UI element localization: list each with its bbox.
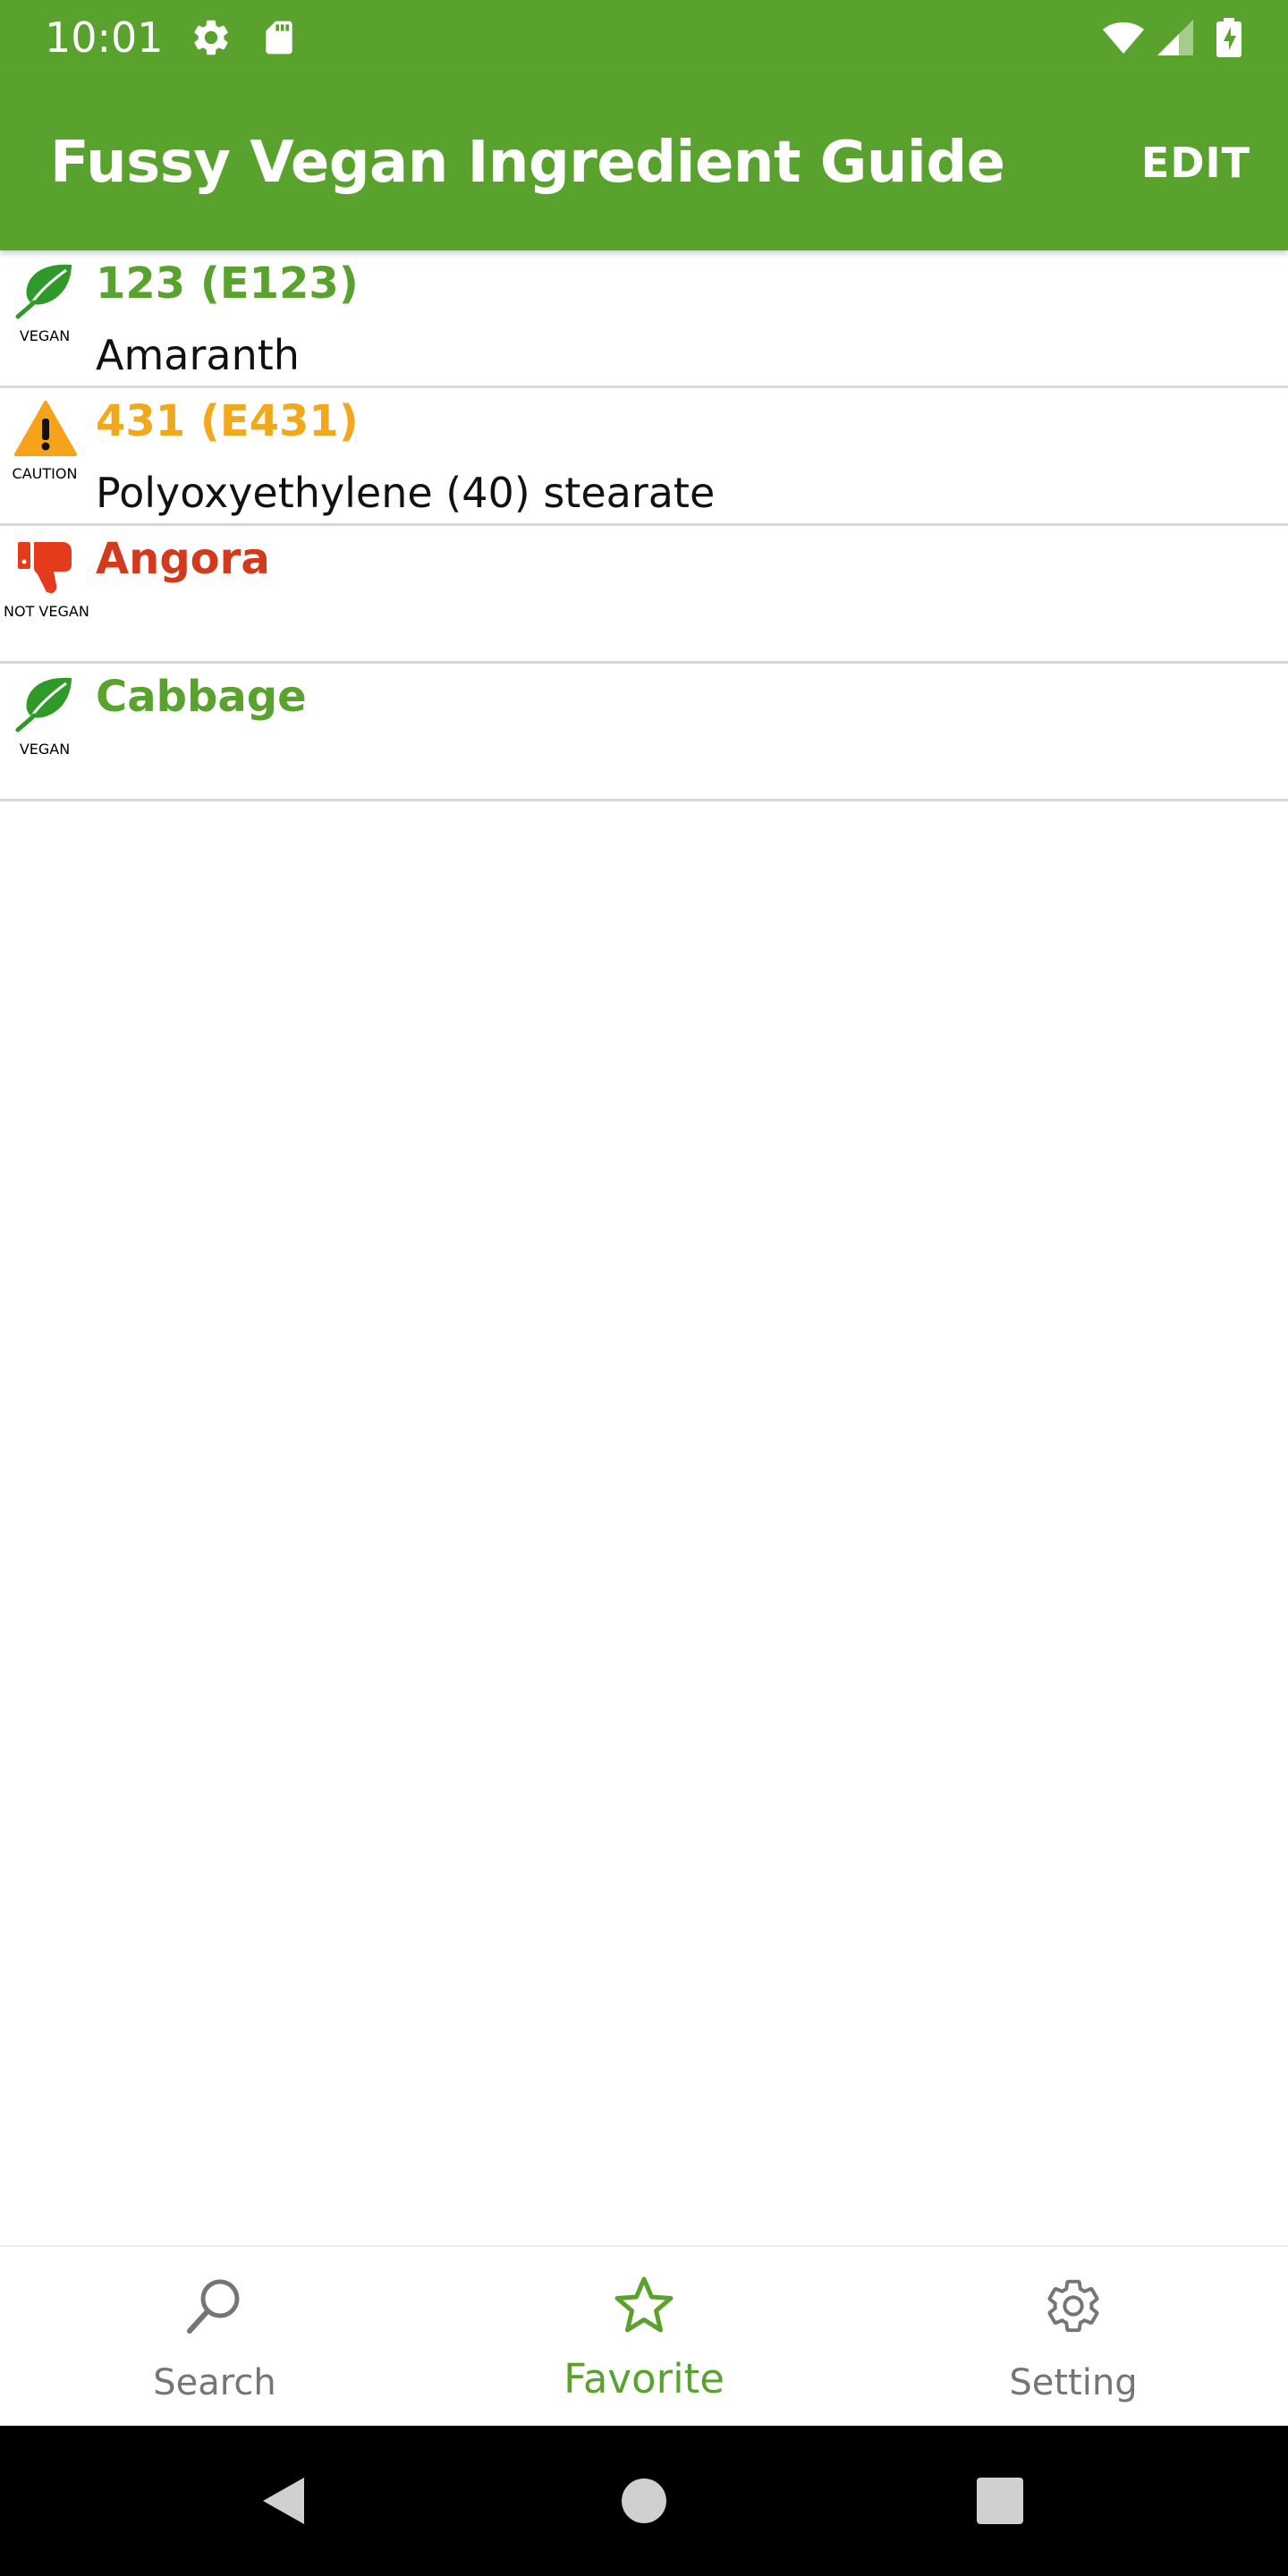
settings-icon xyxy=(194,20,228,55)
ingredient-subtitle: Amaranth xyxy=(96,331,300,379)
thumbs-down-icon xyxy=(18,542,72,594)
battery-charging-icon xyxy=(1216,18,1241,57)
ingredient-title: 123 (E123) xyxy=(96,258,359,309)
badge-label: VEGAN xyxy=(19,327,71,344)
warning-icon xyxy=(14,401,77,456)
nav-favorite[interactable]: Favorite xyxy=(429,2247,859,2428)
status-time: 10:01 xyxy=(45,13,164,62)
caution-badge: CAUTION xyxy=(4,395,86,496)
vegan-badge: VEGAN xyxy=(4,671,86,771)
wifi-icon xyxy=(1103,22,1144,54)
badge-label: VEGAN xyxy=(19,741,71,758)
gear-icon xyxy=(1047,2279,1099,2333)
home-icon[interactable] xyxy=(612,2469,676,2533)
leaf-icon xyxy=(15,264,72,319)
not-vegan-badge: NOT VEGAN xyxy=(4,533,89,633)
leaf-icon xyxy=(15,677,72,733)
badge-label: NOT VEGAN xyxy=(4,603,89,620)
back-icon[interactable] xyxy=(252,2469,317,2533)
status-bar: 10:01 xyxy=(0,0,1288,75)
nav-search[interactable]: Search xyxy=(0,2247,429,2428)
list-item[interactable]: NOT VEGAN Angora xyxy=(0,526,1288,664)
star-icon xyxy=(614,2276,674,2333)
badge-label: CAUTION xyxy=(12,465,78,482)
search-icon xyxy=(187,2279,240,2334)
sd-card-icon xyxy=(266,21,292,55)
ingredient-title: Cabbage xyxy=(96,672,307,722)
nav-favorite-label: Favorite xyxy=(564,2355,724,2402)
ingredient-title: Angora xyxy=(96,534,270,584)
bottom-navigation: Search Favorite Setting xyxy=(0,2245,1288,2426)
nav-setting[interactable]: Setting xyxy=(859,2247,1288,2428)
nav-setting-label: Setting xyxy=(1009,2362,1138,2403)
app-bar: Fussy Vegan Ingredient Guide EDIT xyxy=(0,75,1288,250)
list-item[interactable]: VEGAN Cabbage xyxy=(0,664,1288,801)
ingredient-title: 431 (E431) xyxy=(96,396,359,446)
app-title: Fussy Vegan Ingredient Guide xyxy=(50,130,1005,196)
recents-icon[interactable] xyxy=(968,2469,1032,2533)
ingredient-subtitle: Polyoxyethylene (40) stearate xyxy=(96,469,716,517)
edit-button[interactable]: EDIT xyxy=(1141,136,1250,190)
list-item[interactable]: CAUTION 431 (E431) Polyoxyethylene (40) … xyxy=(0,388,1288,526)
signal-icon xyxy=(1157,20,1193,55)
favorites-list: VEGAN 123 (E123) Amaranth CAUTION 431 (E… xyxy=(0,250,1288,801)
nav-search-label: Search xyxy=(153,2362,276,2403)
system-navigation-bar xyxy=(0,2426,1288,2576)
vegan-badge: VEGAN xyxy=(4,258,86,358)
list-item[interactable]: VEGAN 123 (E123) Amaranth xyxy=(0,250,1288,388)
